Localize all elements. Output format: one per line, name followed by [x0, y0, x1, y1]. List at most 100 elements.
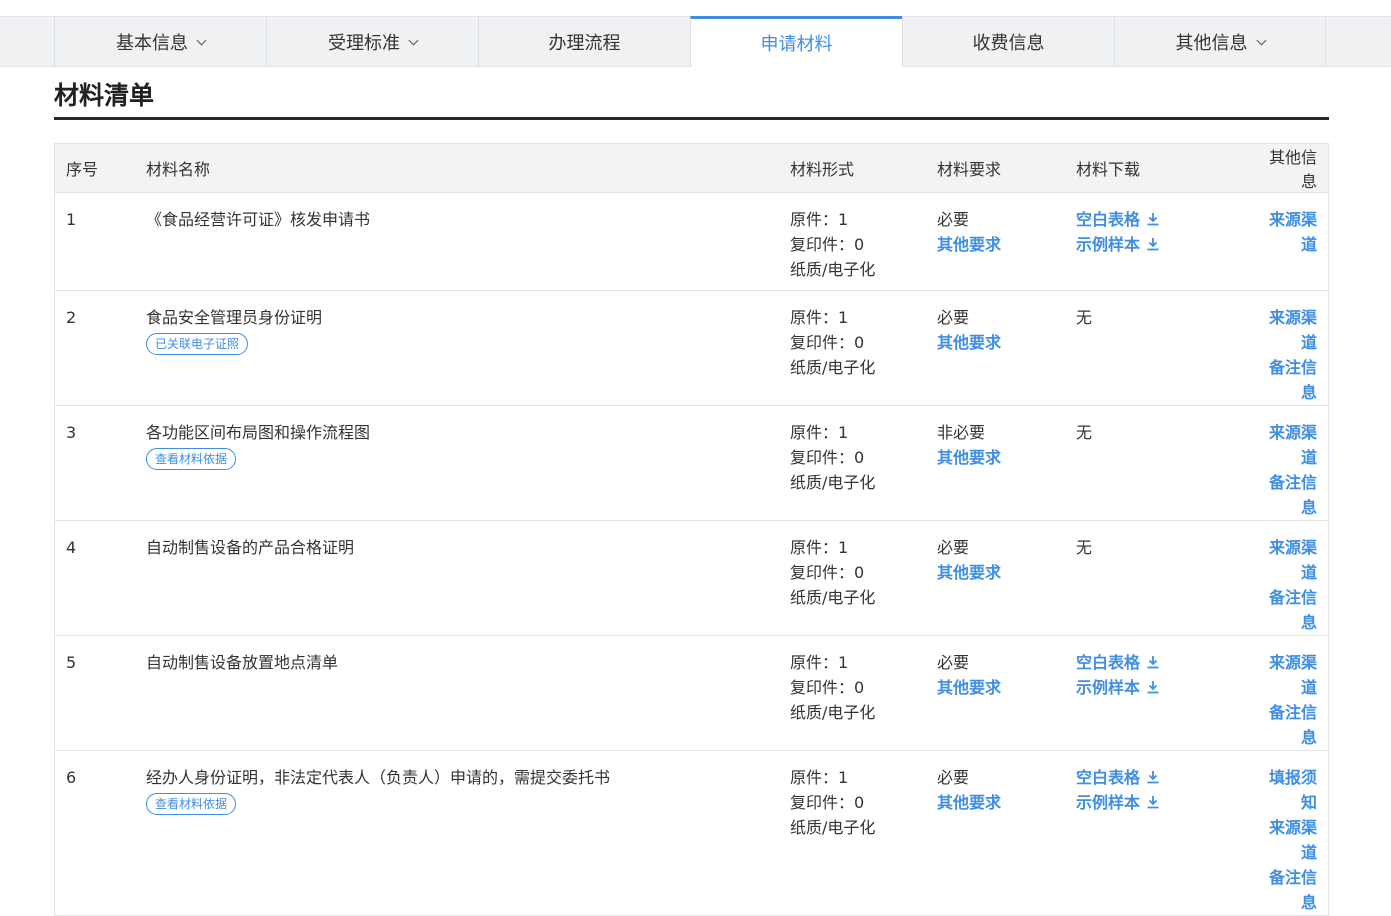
other-requirements-link[interactable]: 其他要求: [937, 445, 1076, 470]
tab-2[interactable]: 办理流程: [478, 17, 690, 67]
other-requirements-link[interactable]: 其他要求: [937, 232, 1076, 257]
download-icon: [1146, 791, 1160, 809]
tab-3[interactable]: 申请材料: [690, 16, 902, 67]
form-line: 纸质/电子化: [790, 818, 876, 837]
download-link[interactable]: 示例样本: [1076, 232, 1260, 257]
requirement-value: 必要: [937, 768, 970, 787]
form-line: 原件：1: [790, 210, 849, 229]
table-row: 4 自动制售设备的产品合格证明 原件：1 复印件：0 纸质/电子化 必要 其他要求无 来源渠道…: [54, 520, 1329, 636]
download-link[interactable]: 示例样本: [1076, 675, 1260, 700]
material-tag-button[interactable]: 查看材料依据: [146, 793, 237, 815]
tab-5[interactable]: 其他信息: [1114, 17, 1326, 67]
material-tag-button[interactable]: 查看材料依据: [146, 448, 237, 470]
cell-download: 无: [1076, 520, 1260, 636]
form-line: 纸质/电子化: [790, 703, 876, 722]
form-line: 纸质/电子化: [790, 588, 876, 607]
tab-1[interactable]: 受理标准: [266, 17, 478, 67]
cell-form: 原件：1 复印件：0 纸质/电子化: [790, 192, 937, 291]
table-row: 1 《食品经营许可证》核发申请书 原件：1 复印件：0 纸质/电子化 必要 其他要求 空白表格…: [54, 192, 1329, 291]
cell-download: 空白表格 示例样本: [1076, 192, 1260, 291]
materials-table: 序号 材料名称 材料形式 材料要求 材料下载 其他信息 1 《食品经营许可证》核发…: [54, 143, 1329, 916]
cell-name: 自动制售设备的产品合格证明: [146, 520, 790, 636]
other-info-link[interactable]: 来源渠道: [1260, 207, 1317, 257]
download-icon: [1146, 676, 1160, 694]
form-line: 原件：1: [790, 423, 849, 442]
material-name: 食品安全管理员身份证明: [146, 308, 323, 327]
material-name: 经办人身份证明，非法定代表人（负责人）申请的，需提交委托书: [146, 768, 611, 787]
download-link[interactable]: 空白表格: [1076, 650, 1260, 675]
cell-download: 无: [1076, 290, 1260, 406]
cell-download: 无: [1076, 405, 1260, 521]
form-line: 纸质/电子化: [790, 473, 876, 492]
other-info-link[interactable]: 备注信息: [1260, 700, 1317, 750]
download-link[interactable]: 示例样本: [1076, 790, 1260, 815]
cell-other: 来源渠道 备注信息: [1260, 405, 1329, 521]
other-info-link[interactable]: 备注信息: [1260, 355, 1317, 405]
material-tag-button[interactable]: 已关联电子证照: [146, 333, 249, 355]
tab-bar: 基本信息 受理标准 办理流程 申请材料 收费信息 其他信息: [0, 16, 1391, 67]
tab-label: 收费信息: [972, 33, 1045, 54]
header-name: 材料名称: [146, 143, 790, 193]
cell-form: 原件：1 复印件：0 纸质/电子化: [790, 750, 937, 916]
tab-0[interactable]: 基本信息: [54, 17, 266, 67]
table-edge: [1328, 143, 1329, 782]
form-line: 纸质/电子化: [790, 260, 876, 279]
cell-no: 6: [54, 750, 146, 916]
material-name: 《食品经营许可证》核发申请书: [146, 210, 371, 229]
cell-no: 4: [54, 520, 146, 636]
form-line: 复印件：0: [790, 448, 865, 467]
table-row: 2 食品安全管理员身份证明 已关联电子证照 原件：1 复印件：0 纸质/电子化 必要 其他要求…: [54, 290, 1329, 406]
tab-label: 受理标准: [328, 33, 400, 54]
tabs: 基本信息 受理标准 办理流程 申请材料 收费信息 其他信息: [54, 16, 1326, 67]
other-info-link[interactable]: 来源渠道: [1260, 420, 1317, 470]
other-info-link[interactable]: 来源渠道: [1260, 815, 1317, 865]
cell-requirement: 必要 其他要求: [937, 192, 1076, 291]
form-line: 原件：1: [790, 308, 849, 327]
other-requirements-link[interactable]: 其他要求: [937, 560, 1076, 585]
header-no: 序号: [54, 143, 146, 193]
other-requirements-link[interactable]: 其他要求: [937, 790, 1076, 815]
tab-4[interactable]: 收费信息: [902, 17, 1114, 67]
download-label: 空白表格: [1076, 210, 1141, 229]
download-label: 空白表格: [1076, 653, 1141, 672]
header-form: 材料形式: [790, 143, 937, 193]
download-link[interactable]: 空白表格: [1076, 207, 1260, 232]
other-requirements-link[interactable]: 其他要求: [937, 675, 1076, 700]
tab-label: 基本信息: [116, 33, 188, 54]
requirement-value: 必要: [937, 653, 970, 672]
cell-other: 来源渠道 备注信息: [1260, 520, 1329, 636]
other-info-link[interactable]: 备注信息: [1260, 865, 1317, 915]
cell-form: 原件：1 复印件：0 纸质/电子化: [790, 405, 937, 521]
cell-requirement: 必要 其他要求: [937, 520, 1076, 636]
other-info-link[interactable]: 备注信息: [1260, 585, 1317, 635]
table-row: 6 经办人身份证明，非法定代表人（负责人）申请的，需提交委托书 查看材料依据 原件：1…: [54, 750, 1329, 916]
cell-no: 2: [54, 290, 146, 406]
tab-label: 办理流程: [548, 33, 621, 54]
download-label: 示例样本: [1076, 235, 1141, 254]
cell-download: 空白表格 示例样本: [1076, 750, 1260, 916]
cell-other: 来源渠道 备注信息: [1260, 290, 1329, 406]
page-title: 材料清单: [54, 81, 155, 110]
chevron-down-icon: [1256, 35, 1266, 45]
form-line: 原件：1: [790, 538, 849, 557]
no-download: 无: [1076, 538, 1093, 557]
cell-name: 各功能区间布局图和操作流程图 查看材料依据: [146, 405, 790, 521]
download-link[interactable]: 空白表格: [1076, 765, 1260, 790]
table-row: 3 各功能区间布局图和操作流程图 查看材料依据 原件：1 复印件：0 纸质/电子化 非必要其…: [54, 405, 1329, 521]
download-icon: [1146, 766, 1160, 784]
cell-name: 食品安全管理员身份证明 已关联电子证照: [146, 290, 790, 406]
other-info-link[interactable]: 填报须知: [1260, 765, 1317, 815]
other-info-link[interactable]: 来源渠道: [1260, 650, 1317, 700]
chevron-down-icon: [408, 35, 419, 45]
table-row: 5 自动制售设备放置地点清单 原件：1 复印件：0 纸质/电子化 必要 其他要求 空白表格 示例…: [54, 635, 1329, 751]
cell-download: 空白表格 示例样本: [1076, 635, 1260, 751]
other-info-link[interactable]: 来源渠道: [1260, 305, 1317, 355]
requirement-value: 必要: [937, 308, 970, 327]
material-name: 自动制售设备的产品合格证明: [146, 538, 355, 557]
download-icon: [1146, 233, 1160, 251]
other-info-link[interactable]: 备注信息: [1260, 470, 1317, 520]
form-line: 复印件：0: [790, 333, 865, 352]
other-requirements-link[interactable]: 其他要求: [937, 330, 1076, 355]
download-label: 示例样本: [1076, 678, 1141, 697]
other-info-link[interactable]: 来源渠道: [1260, 535, 1317, 585]
